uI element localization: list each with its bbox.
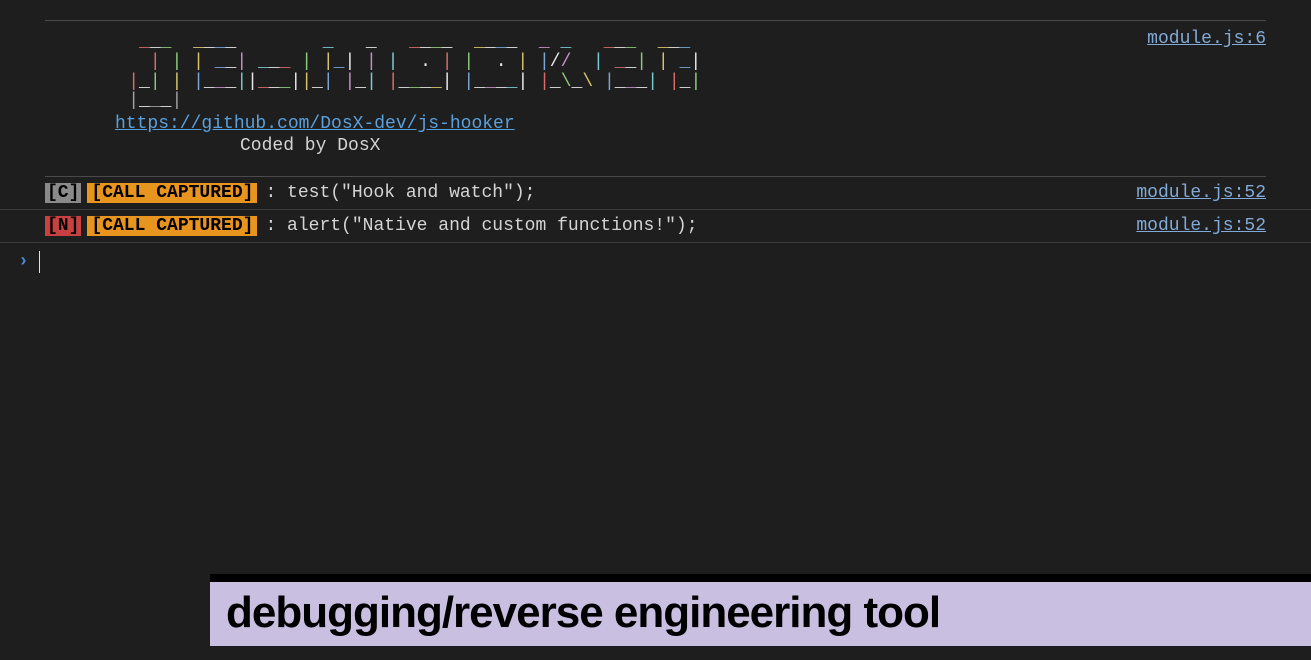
banner-overlay: debugging/reverse engineering tool: [210, 574, 1311, 646]
console-input[interactable]: [40, 251, 1293, 273]
source-link[interactable]: module.js:52: [1136, 216, 1266, 236]
console-panel: module.js:6 ___ ____ _ _ ____ ____ _ _ _…: [0, 20, 1311, 281]
log-type-badge-custom: [C]: [45, 183, 81, 203]
coded-by-text: Coded by DosX: [45, 136, 1266, 156]
chevron-icon: ›: [18, 252, 29, 272]
source-link[interactable]: module.js:52: [1136, 183, 1266, 203]
log-row: [C] [CALL CAPTURED] : test("Hook and wat…: [0, 177, 1311, 210]
call-captured-badge: [CALL CAPTURED]: [87, 183, 257, 203]
call-captured-badge: [CALL CAPTURED]: [87, 216, 257, 236]
ascii-art-logo: ___ ____ _ _ ____ ____ _ _ ___ ___ | | |…: [45, 21, 1266, 112]
console-header: module.js:6 ___ ____ _ _ ____ ____ _ _ _…: [0, 21, 1311, 166]
source-link[interactable]: module.js:6: [1147, 29, 1266, 49]
log-message: : alert("Native and custom functions!");: [265, 216, 1136, 236]
repo-link[interactable]: https://github.com/DosX-dev/js-hooker: [45, 114, 515, 134]
console-prompt[interactable]: ›: [0, 243, 1311, 281]
log-type-badge-native: [N]: [45, 216, 81, 236]
log-row: [N] [CALL CAPTURED] : alert("Native and …: [0, 210, 1311, 243]
log-message: : test("Hook and watch");: [265, 183, 1136, 203]
